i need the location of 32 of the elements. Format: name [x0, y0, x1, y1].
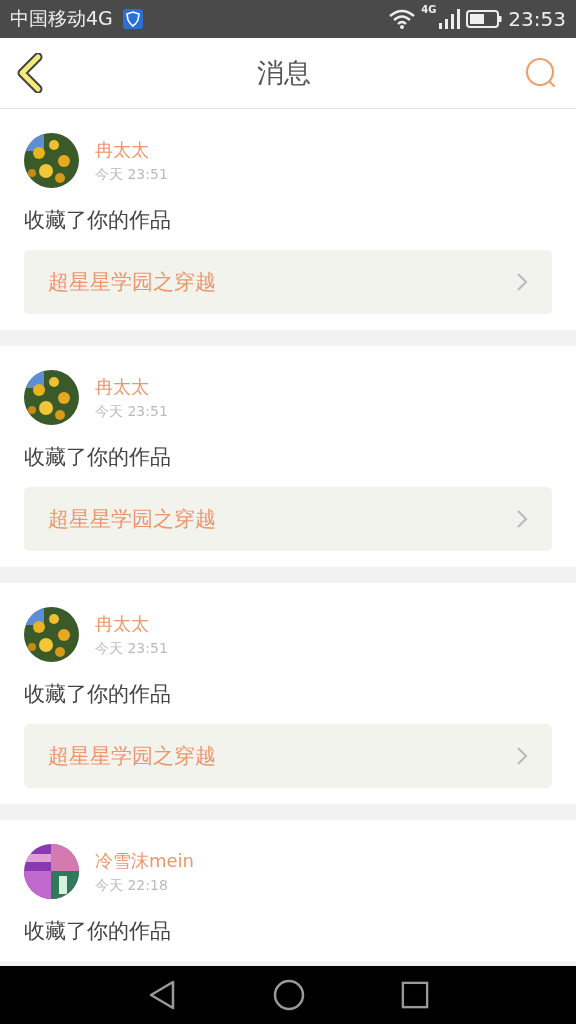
user-name[interactable]: 冉太太 [95, 137, 168, 162]
home-nav-button[interactable] [273, 979, 305, 1011]
timestamp: 今天 22:18 [95, 876, 169, 895]
battery-icon [466, 10, 503, 28]
message-text: 收藏了你的作品 [24, 918, 172, 945]
message-text: 收藏了你的作品 [24, 207, 172, 234]
chevron-icon [516, 272, 528, 292]
user-name[interactable]: 冷雪沫mein [95, 848, 195, 873]
clock-time: 23:53 [508, 7, 566, 31]
carrier-name: 中国移动4G [10, 6, 113, 31]
message-text: 收藏了你的作品 [24, 444, 172, 471]
wifi-icon [389, 9, 416, 29]
recents-nav-button[interactable] [401, 981, 429, 1009]
network-label: 4G [421, 4, 437, 15]
work-link[interactable]: 超星星学园之穿越 [24, 487, 552, 551]
back-nav-button[interactable] [147, 979, 177, 1011]
timestamp: 今天 23:51 [95, 402, 168, 421]
page-title: 消息 [257, 56, 311, 90]
message-text: 收藏了你的作品 [24, 681, 172, 708]
work-link[interactable]: 超星星学园之穿越 [24, 250, 552, 314]
work-title: 超星星学园之穿越 [48, 743, 216, 770]
work-title: 超星星学园之穿越 [48, 506, 216, 533]
chevron-icon [516, 509, 528, 529]
timestamp: 今天 23:51 [95, 165, 168, 184]
signal-icon [438, 9, 461, 29]
work-link[interactable]: 超星星学园之穿越 [24, 724, 552, 788]
chevron-icon [516, 746, 528, 766]
user-name[interactable]: 冉太太 [95, 611, 168, 636]
shield-icon [122, 9, 143, 29]
work-title: 超星星学园之穿越 [48, 269, 216, 296]
timestamp: 今天 23:51 [95, 639, 168, 658]
user-name[interactable]: 冉太太 [95, 374, 168, 399]
